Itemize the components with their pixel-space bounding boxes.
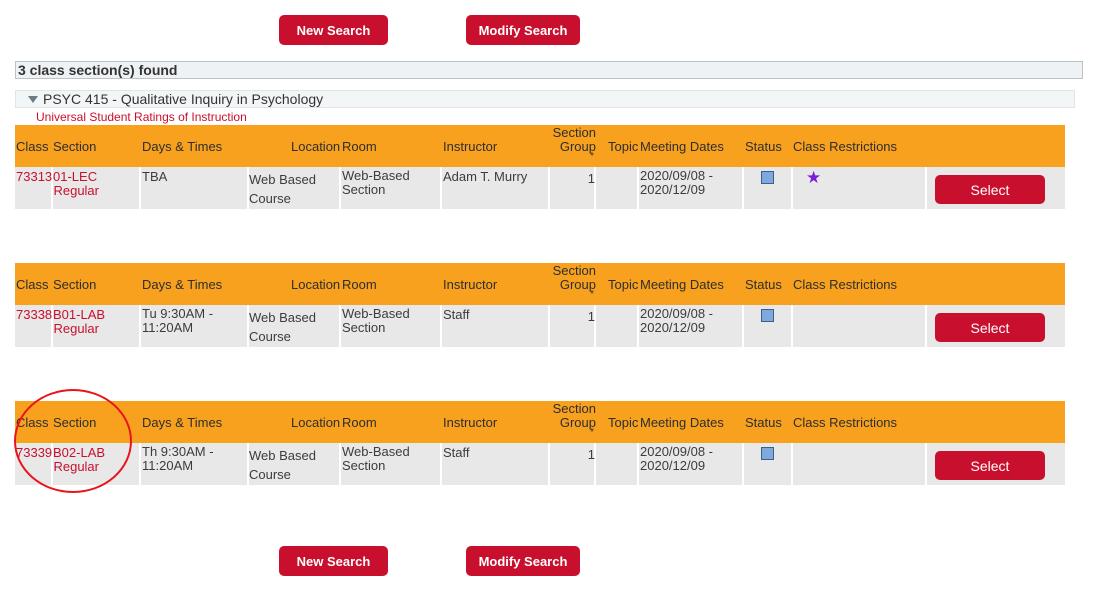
- location: Web Based Course: [249, 172, 316, 206]
- header-status: Status: [745, 415, 782, 430]
- annotation-circle: [14, 389, 132, 493]
- course-header[interactable]: PSYC 415 - Qualitative Inquiry in Psycho…: [15, 90, 1075, 108]
- instructor: Adam T. Murry: [443, 169, 528, 184]
- header-status: Status: [745, 139, 782, 154]
- table-row: 73338 B01-LAB Regular Tu 9:30AM - 11:20A…: [15, 305, 1065, 347]
- open-square-icon: [761, 309, 774, 322]
- header-room: Room: [342, 139, 377, 154]
- section-component: Regular: [53, 183, 99, 198]
- table-row: 73339 B02-LAB Regular Th 9:30AM - 11:20A…: [15, 443, 1065, 485]
- section-link[interactable]: B01-LAB: [53, 307, 105, 322]
- section-table-1: Class Section Days & Times Location Room…: [15, 125, 1065, 209]
- new-search-button-bottom[interactable]: New Search: [279, 546, 388, 576]
- table-header: Class Section Days & Times Location Room…: [15, 125, 1065, 167]
- header-days-times: Days & Times: [142, 277, 223, 292]
- header-days-times: Days & Times: [142, 415, 223, 430]
- location: Web Based Course: [249, 448, 316, 482]
- meeting-dates: 2020/09/08 - 2020/12/09: [640, 168, 714, 197]
- header-instructor: Instructor: [443, 415, 498, 430]
- course-title: PSYC 415 - Qualitative Inquiry in Psycho…: [43, 91, 324, 107]
- modify-search-button[interactable]: Modify Search: [466, 15, 580, 45]
- header-instructor: Instructor: [443, 277, 498, 292]
- section-table-3: Class Section Days & Times Location Room…: [15, 401, 1065, 485]
- section-component: Regular: [53, 321, 99, 336]
- header-location: Location: [291, 415, 341, 430]
- header-section-group-mark: *: [590, 151, 594, 162]
- header-section-group: Section Group: [552, 401, 596, 430]
- section-group: 1: [587, 447, 595, 462]
- header-meeting-dates: Meeting Dates: [640, 277, 724, 292]
- section-link[interactable]: 01-LEC: [53, 169, 97, 184]
- section-group: 1: [587, 171, 595, 186]
- days-times: Th 9:30AM - 11:20AM: [142, 444, 214, 473]
- header-section: Section: [53, 277, 97, 292]
- table-header: Class Section Days & Times Location Room…: [15, 401, 1065, 443]
- location: Web Based Course: [249, 310, 316, 344]
- header-section-group-mark: *: [590, 289, 594, 300]
- class-number-link[interactable]: 73338: [16, 307, 52, 322]
- header-meeting-dates: Meeting Dates: [640, 415, 724, 430]
- room: Web-Based Section: [342, 306, 410, 335]
- days-times: TBA: [142, 169, 168, 184]
- header-section-group-mark: *: [590, 427, 594, 438]
- header-room: Room: [342, 415, 377, 430]
- header-class: Class: [16, 139, 49, 154]
- select-button[interactable]: Select: [935, 313, 1045, 342]
- header-section: Section: [53, 139, 97, 154]
- select-button[interactable]: Select: [935, 451, 1045, 480]
- open-square-icon: [761, 447, 774, 460]
- room: Web-Based Section: [342, 168, 410, 197]
- instructor: Staff: [443, 445, 470, 460]
- select-button[interactable]: Select: [935, 175, 1045, 204]
- room: Web-Based Section: [342, 444, 410, 473]
- meeting-dates: 2020/09/08 - 2020/12/09: [640, 444, 714, 473]
- header-status: Status: [745, 277, 782, 292]
- header-section-group: Section Group: [552, 263, 596, 292]
- header-location: Location: [291, 139, 341, 154]
- header-days-times: Days & Times: [142, 139, 223, 154]
- instructor: Staff: [443, 307, 470, 322]
- table-row: 73313 01-LEC Regular TBA Web Based Cours…: [15, 167, 1065, 209]
- header-topic: Topic: [608, 139, 639, 154]
- modify-search-button-bottom[interactable]: Modify Search: [466, 546, 580, 576]
- header-room: Room: [342, 277, 377, 292]
- header-location: Location: [291, 277, 341, 292]
- results-count: 3 class section(s) found: [15, 61, 1083, 79]
- header-topic: Topic: [608, 415, 639, 430]
- header-class-restrictions: Class Restrictions: [793, 277, 898, 292]
- header-meeting-dates: Meeting Dates: [640, 139, 724, 154]
- header-instructor: Instructor: [443, 139, 498, 154]
- header-topic: Topic: [608, 277, 639, 292]
- table-header: Class Section Days & Times Location Room…: [15, 263, 1065, 305]
- ratings-link[interactable]: Universal Student Ratings of Instruction: [36, 110, 247, 124]
- collapse-triangle-icon[interactable]: [28, 95, 38, 103]
- section-group: 1: [587, 309, 595, 324]
- header-class-restrictions: Class Restrictions: [793, 139, 898, 154]
- header-class: Class: [16, 277, 49, 292]
- open-square-icon: [761, 171, 774, 184]
- days-times: Tu 9:30AM - 11:20AM: [142, 306, 214, 335]
- star-icon[interactable]: ★: [806, 169, 821, 186]
- meeting-dates: 2020/09/08 - 2020/12/09: [640, 306, 714, 335]
- header-class-restrictions: Class Restrictions: [793, 415, 898, 430]
- header-section-group: Section Group: [552, 125, 596, 154]
- class-number-link[interactable]: 73313: [16, 169, 52, 184]
- section-table-2: Class Section Days & Times Location Room…: [15, 263, 1065, 347]
- new-search-button[interactable]: New Search: [279, 15, 388, 45]
